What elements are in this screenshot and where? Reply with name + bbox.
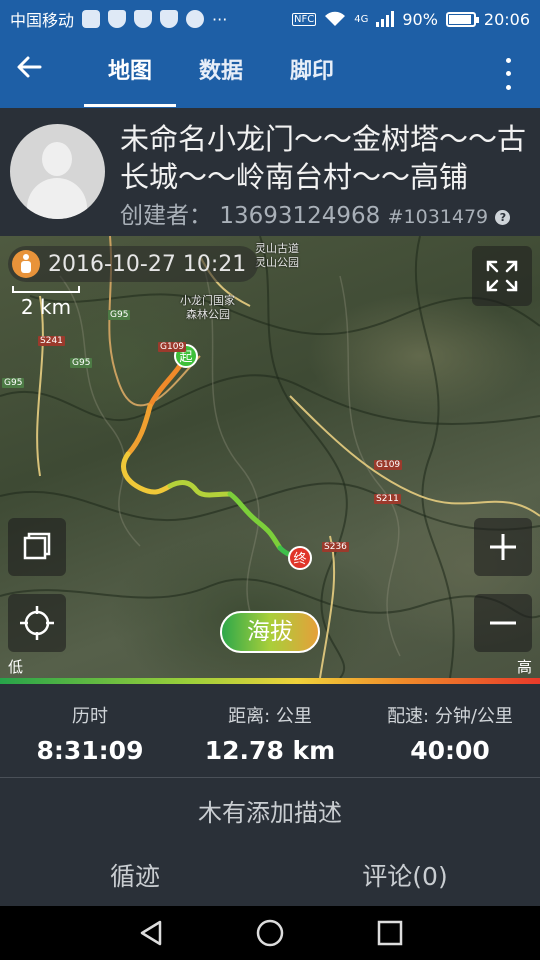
- stat-label: 历时: [72, 706, 108, 727]
- nav-back-button[interactable]: [132, 916, 172, 950]
- nav-back-icon: [140, 920, 162, 946]
- road-badge: G109: [158, 342, 187, 352]
- nav-home-button[interactable]: [250, 916, 290, 950]
- place-label: 森林公园: [186, 308, 230, 321]
- creator-label: 创建者：: [120, 203, 212, 229]
- more-vert-icon[interactable]: [494, 54, 522, 94]
- locate-icon: [20, 606, 54, 640]
- track-header: 未命名小龙门～～金树塔～～古长城～～岭南台村～～高铺 创建者： 13693124…: [0, 108, 540, 236]
- shield-icon: [108, 10, 127, 28]
- zoom-out-button[interactable]: [474, 594, 532, 652]
- follow-track-button[interactable]: 循迹: [0, 848, 270, 906]
- comments-button[interactable]: 评论(0): [270, 848, 540, 906]
- road-badge: S236: [322, 542, 349, 552]
- end-marker-label: 终: [293, 551, 306, 567]
- status-bar: 中国移动 ··· NFC 4G 90% 20:06: [0, 0, 540, 38]
- nav-recents-icon: [377, 920, 403, 946]
- place-label: 灵山公园: [255, 256, 299, 269]
- stat-duration: 历时 8:31:09: [0, 684, 180, 765]
- penguin-icon: [186, 10, 205, 28]
- start-marker-label: 起: [179, 350, 192, 365]
- nav-home-icon: [256, 919, 284, 947]
- fullscreen-icon: [486, 260, 518, 292]
- avatar[interactable]: [10, 124, 105, 219]
- datetime-text: 2016-10-27 10:21: [48, 251, 247, 277]
- clock: 20:06: [483, 9, 530, 29]
- road-badge: G95: [108, 310, 131, 320]
- road-badge: G95: [2, 378, 25, 388]
- legend-high-label: 高: [516, 658, 532, 676]
- stat-value: 8:31:09: [36, 736, 144, 765]
- system-nav-bar: [0, 906, 540, 960]
- description-text: 木有添加描述: [198, 799, 342, 827]
- back-arrow-icon: [17, 56, 42, 78]
- nfc-icon: NFC: [291, 12, 317, 26]
- shield-icon: [134, 10, 153, 28]
- back-button[interactable]: [14, 52, 70, 94]
- stat-value: 40:00: [410, 736, 490, 765]
- road-badge: S211: [374, 494, 401, 504]
- stat-label: 配速: 分钟/公里: [387, 706, 513, 727]
- help-icon[interactable]: ?: [495, 210, 511, 225]
- road-badge: G109: [374, 460, 403, 470]
- stats-panel: 历时 8:31:09 距离: 公里 12.78 km 配速: 分钟/公里 40:…: [0, 684, 540, 776]
- track-datetime: 2016-10-27 10:21: [8, 246, 259, 282]
- altitude-toggle-button[interactable]: 海拔: [220, 611, 320, 653]
- road-badge: S241: [38, 336, 65, 346]
- network-type: 4G: [354, 13, 369, 25]
- record-id: #1031479: [387, 206, 489, 228]
- stat-distance: 距离: 公里 12.78 km: [180, 684, 360, 765]
- fullscreen-button[interactable]: [472, 246, 532, 306]
- map-scale: 2 km: [12, 286, 80, 319]
- track-title: 未命名小龙门～～金树塔～～古长城～～岭南台村～～高铺: [120, 122, 527, 194]
- stat-label: 距离: 公里: [228, 706, 312, 727]
- carrier-name: 中国移动: [10, 11, 75, 30]
- locate-button[interactable]: [8, 594, 66, 652]
- active-tab-indicator: [84, 104, 176, 107]
- stat-pace: 配速: 分钟/公里 40:00: [360, 684, 540, 765]
- app-bar: 地图 数据 脚印: [0, 38, 540, 108]
- zoom-in-icon: [490, 534, 516, 560]
- battery-icon: [445, 11, 479, 27]
- zoom-out-icon: [490, 621, 516, 625]
- layers-button[interactable]: [8, 518, 66, 576]
- tab-footprint[interactable]: 脚印: [266, 38, 358, 108]
- tab-data[interactable]: 数据: [176, 38, 266, 108]
- map-view[interactable]: 起 终 灵山古道 灵山公园 小龙门国家 森林公园 G95 S241 G95 G9…: [0, 236, 540, 678]
- battery-percent: 90%: [402, 9, 438, 29]
- walker-icon: [12, 250, 40, 278]
- end-marker[interactable]: 终: [288, 546, 312, 570]
- zoom-in-button[interactable]: [474, 518, 532, 576]
- battery-fill: [448, 14, 471, 24]
- scale-label: 2 km: [20, 295, 72, 319]
- creator-line: 创建者： 13693124968 #1031479 ?: [120, 196, 511, 230]
- stat-value: 12.78 km: [204, 736, 336, 765]
- road-badge: G95: [70, 358, 93, 368]
- legend-low-label: 低: [8, 658, 24, 676]
- more-notifications: ···: [212, 9, 228, 29]
- shield-icon: [160, 10, 179, 28]
- app-notification-icon: [82, 10, 101, 28]
- layers-icon: [23, 532, 51, 560]
- signal-icon: [376, 11, 395, 27]
- tab-map[interactable]: 地图: [84, 38, 176, 108]
- wifi-icon: [325, 11, 346, 26]
- nav-recents-button[interactable]: [370, 916, 410, 950]
- creator-name[interactable]: 13693124968: [219, 203, 380, 229]
